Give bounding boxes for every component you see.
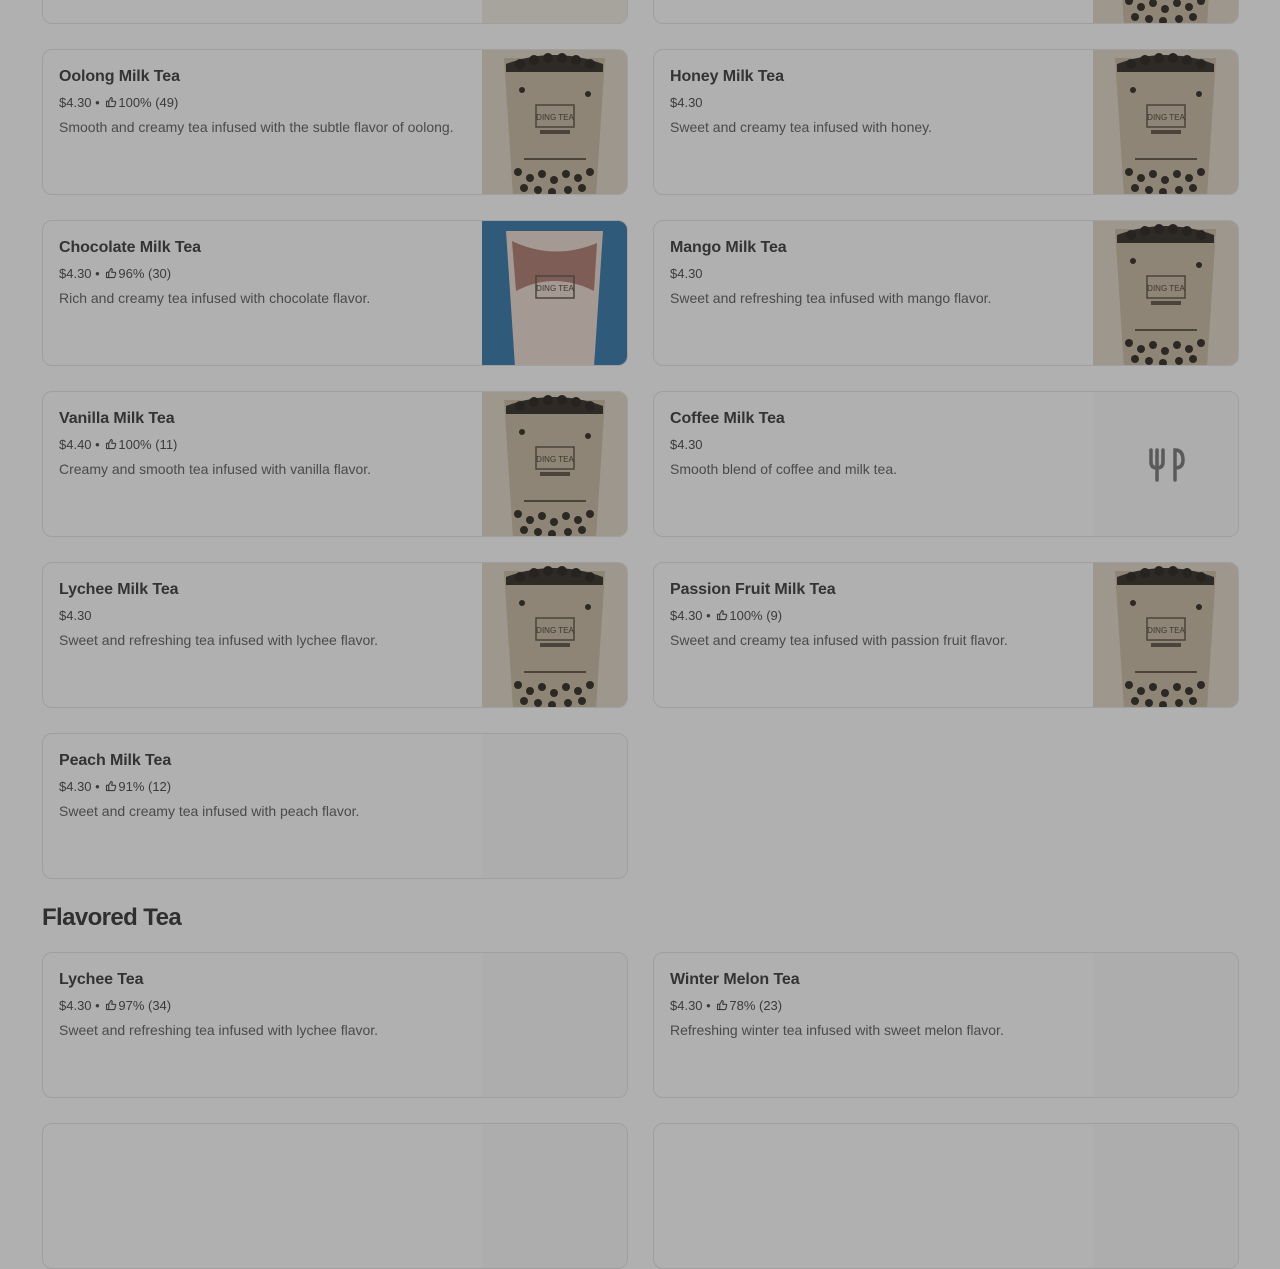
item-price: $4.30 <box>670 266 703 281</box>
item-name: Winter Melon Tea <box>670 971 800 988</box>
item-name: Oolong Milk Tea <box>59 68 180 85</box>
item-meta: $4.30 • 78% (23) <box>670 998 783 1013</box>
item-name: Passion Fruit Milk Tea <box>670 581 836 598</box>
item-name: Lychee Tea <box>59 971 144 988</box>
item-photo-placeholder <box>1093 392 1238 536</box>
item-price: $4.30 <box>59 608 92 623</box>
thumbs-up-icon <box>105 267 117 279</box>
item-photo <box>482 0 627 23</box>
menu-item-passion-fruit-milk-tea[interactable]: Passion Fruit Milk Tea $4.30 • 100% (9) … <box>653 562 1239 708</box>
item-name: Chocolate Milk Tea <box>59 239 201 256</box>
menu-item-card[interactable] <box>653 0 1239 24</box>
item-photo-placeholder <box>482 734 627 878</box>
thumbs-up-icon <box>105 780 117 792</box>
item-photo <box>1093 0 1238 23</box>
item-description: Sweet and creamy tea infused with honey. <box>670 119 933 135</box>
section-title-flavored-tea: Flavored Tea <box>42 904 182 931</box>
thumbs-up-icon <box>716 609 728 621</box>
item-description: Sweet and refreshing tea infused with ly… <box>59 632 379 648</box>
menu-item-coffee-milk-tea[interactable]: Coffee Milk Tea $4.30 Smooth blend of co… <box>653 391 1239 537</box>
menu-item-lychee-tea[interactable]: Lychee Tea $4.30 • 97% (34) Sweet and re… <box>42 952 628 1098</box>
item-description: Sweet and refreshing tea infused with ly… <box>59 1022 379 1038</box>
item-meta: $4.30 • 96% (30) <box>59 266 172 281</box>
item-name: Peach Milk Tea <box>59 752 172 769</box>
item-photo-placeholder <box>1093 953 1238 1097</box>
item-meta: $4.40 • 100% (11) <box>59 437 178 452</box>
menu-item-vanilla-milk-tea[interactable]: Vanilla Milk Tea $4.40 • 100% (11) Cream… <box>42 391 628 537</box>
item-price: $4.30 <box>670 437 703 452</box>
utensils-icon <box>1149 448 1185 482</box>
item-meta: $4.30 • 91% (12) <box>59 779 172 794</box>
thumbs-up-icon <box>105 96 117 108</box>
item-name: Mango Milk Tea <box>670 239 787 256</box>
item-description: Sweet and creamy tea infused with peach … <box>59 803 360 819</box>
item-photo <box>1093 50 1238 194</box>
menu-item-card[interactable] <box>653 1123 1239 1269</box>
item-description: Sweet and creamy tea infused with passio… <box>670 632 1008 648</box>
item-description: Smooth and creamy tea infused with the s… <box>59 119 454 135</box>
item-meta: $4.30 • 100% (9) <box>670 608 783 623</box>
menu-item-winter-melon-tea[interactable]: Winter Melon Tea $4.30 • 78% (23) Refres… <box>653 952 1239 1098</box>
item-meta: $4.30 • 97% (34) <box>59 998 172 1013</box>
item-description: Creamy and smooth tea infused with vanil… <box>59 461 372 477</box>
item-description: Smooth blend of coffee and milk tea. <box>670 461 897 477</box>
item-photo <box>482 392 627 536</box>
menu-item-card[interactable] <box>42 0 628 24</box>
item-photo-placeholder <box>482 1124 627 1268</box>
item-photo <box>1093 221 1238 365</box>
menu-item-peach-milk-tea[interactable]: Peach Milk Tea $4.30 • 91% (12) Sweet an… <box>42 733 628 879</box>
item-photo-placeholder <box>1093 1124 1238 1268</box>
item-photo <box>482 50 627 194</box>
item-price: $4.30 <box>670 95 703 110</box>
item-name: Lychee Milk Tea <box>59 581 179 598</box>
item-photo <box>1093 563 1238 707</box>
item-photo: DING TEA <box>482 221 627 365</box>
item-meta: $4.30 • 100% (49) <box>59 95 179 110</box>
thumbs-up-icon <box>105 999 117 1011</box>
menu-item-card[interactable] <box>42 1123 628 1269</box>
menu-item-honey-milk-tea[interactable]: Honey Milk Tea $4.30 Sweet and creamy te… <box>653 49 1239 195</box>
item-photo <box>482 563 627 707</box>
item-name: Honey Milk Tea <box>670 68 784 85</box>
svg-text:DING TEA: DING TEA <box>536 284 574 293</box>
item-description: Refreshing winter tea infused with sweet… <box>670 1022 1004 1038</box>
item-photo-placeholder <box>482 953 627 1097</box>
menu-item-mango-milk-tea[interactable]: Mango Milk Tea $4.30 Sweet and refreshin… <box>653 220 1239 366</box>
item-name: Vanilla Milk Tea <box>59 410 175 427</box>
item-description: Sweet and refreshing tea infused with ma… <box>670 290 992 306</box>
menu-item-oolong-milk-tea[interactable]: Oolong Milk Tea $4.30 • 100% (49) Smooth… <box>42 49 628 195</box>
thumbs-up-icon <box>716 999 728 1011</box>
menu-item-chocolate-milk-tea[interactable]: Chocolate Milk Tea $4.30 • 96% (30) Rich… <box>42 220 628 366</box>
menu-item-lychee-milk-tea[interactable]: Lychee Milk Tea $4.30 Sweet and refreshi… <box>42 562 628 708</box>
item-name: Coffee Milk Tea <box>670 410 785 427</box>
thumbs-up-icon <box>105 438 117 450</box>
item-description: Rich and creamy tea infused with chocola… <box>59 290 371 306</box>
